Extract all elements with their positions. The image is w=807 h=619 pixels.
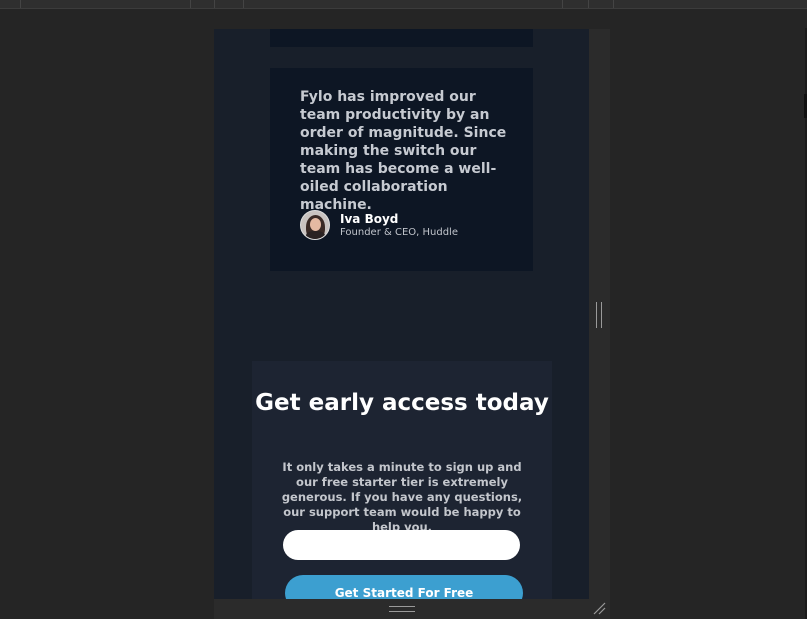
toolbar-divider: [588, 0, 589, 8]
get-started-button[interactable]: Get Started For Free: [285, 575, 523, 599]
responsive-device-frame: Fylo has improved our team productivity …: [214, 29, 610, 619]
cta-title: Get early access today: [255, 390, 549, 416]
testimonial-card: Fylo has improved our team productivity …: [270, 68, 533, 271]
early-access-section: Get early access today It only takes a m…: [252, 361, 552, 599]
toolbar-divider: [243, 0, 244, 8]
toolbar-divider: [613, 0, 614, 8]
cta-description: It only takes a minute to sign up and ou…: [281, 460, 523, 534]
previous-testimonial-card: [270, 29, 533, 47]
toolbar-divider: [214, 0, 215, 8]
resize-grip-icon[interactable]: [389, 606, 415, 612]
toolbar-divider: [190, 0, 191, 8]
toolbar-divider: [562, 0, 563, 8]
page-viewport: Fylo has improved our team productivity …: [214, 29, 589, 599]
corner-resize-icon[interactable]: [592, 601, 606, 615]
resize-grip-icon[interactable]: [596, 302, 602, 328]
author-title: Founder & CEO, Huddle: [340, 227, 458, 238]
email-input[interactable]: [283, 530, 520, 560]
toolbar-divider: [20, 0, 21, 8]
author-avatar: [300, 210, 330, 240]
testimonial-quote: Fylo has improved our team productivity …: [300, 89, 507, 213]
author-name: Iva Boyd: [340, 212, 399, 226]
devtools-toolbar: [0, 0, 807, 9]
